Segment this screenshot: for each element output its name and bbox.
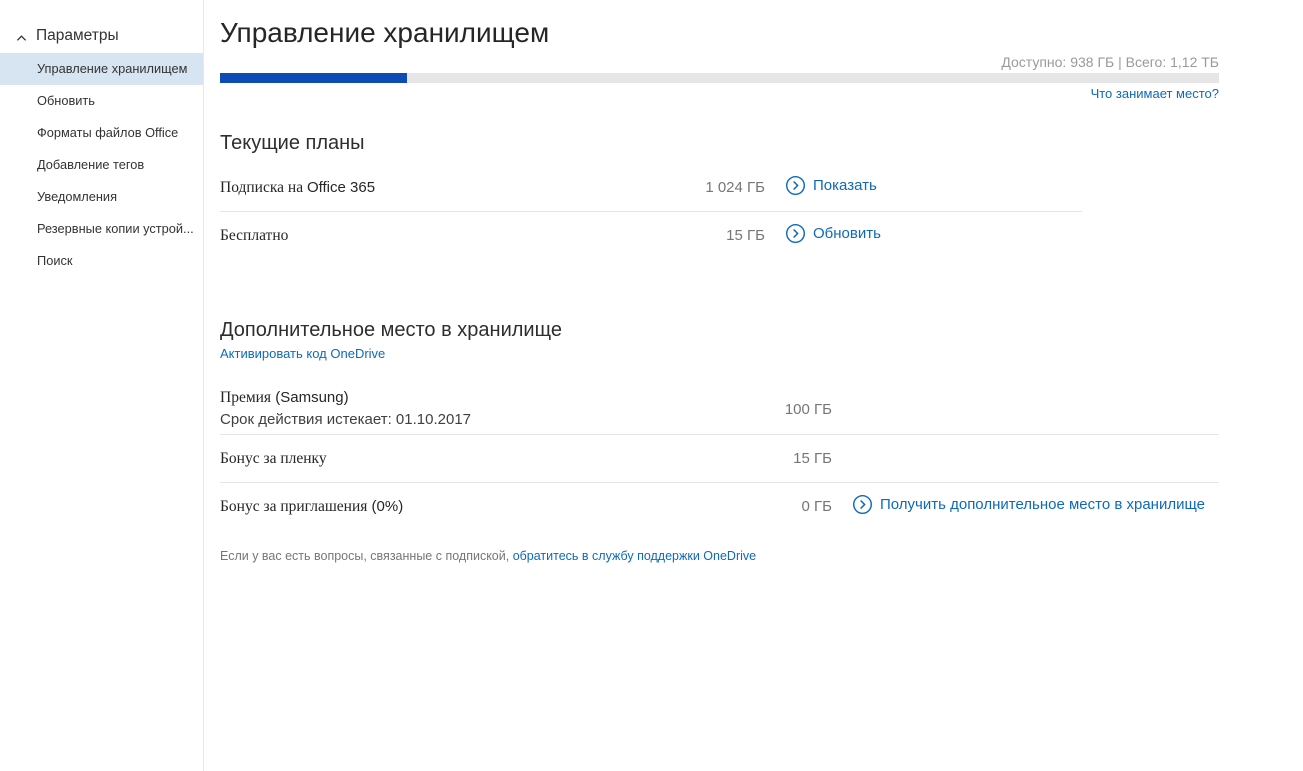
whats-taking-space-link[interactable]: Что занимает место?	[1091, 86, 1219, 101]
plan-label: Подписка на Office 365	[220, 178, 645, 198]
bonus-action-cell: Получить дополнительное место в хранилищ…	[832, 494, 1219, 520]
sidebar-item-upgrade[interactable]: Обновить	[0, 85, 203, 117]
support-note-text: Если у вас есть вопросы, связанные с под…	[220, 549, 513, 563]
go-arrow-icon	[785, 175, 806, 196]
sidebar-item-tagging[interactable]: Добавление тегов	[0, 149, 203, 181]
activate-row: Активировать код OneDrive	[220, 346, 1219, 362]
storage-progress-bar	[220, 73, 1219, 83]
bonus-expiry-text: Срок действия истекает: 01.10.2017	[220, 410, 712, 430]
onedrive-options-page: Параметры Управление хранилищем Обновить…	[0, 0, 1303, 771]
current-plans-heading: Текущие планы	[220, 130, 1219, 156]
storage-progress-fill	[220, 73, 407, 83]
additional-storage-heading: Дополнительное место в хранилище	[220, 317, 1219, 343]
usage-link-row: Что занимает место?	[220, 86, 1219, 102]
plan-action-cell: Показать	[765, 175, 1219, 201]
show-subscription-link[interactable]: Показать	[785, 175, 877, 196]
plan-action-cell: Обновить	[765, 223, 1219, 249]
chevron-up-icon	[16, 31, 27, 42]
bonus-size-value: 0 ГБ	[712, 498, 832, 515]
plan-size-value: 1 024 ГБ	[645, 179, 765, 196]
table-row-free-plan: Бесплатно 15 ГБ Обновить	[220, 212, 1219, 259]
contact-support-link[interactable]: обратитесь в службу поддержки OneDrive	[513, 549, 756, 563]
bonus-label-cell: Бонус за приглашения (0%)	[220, 497, 712, 517]
go-arrow-icon	[785, 223, 806, 244]
sidebar-item-device-backups[interactable]: Резервные копии устрой...	[0, 213, 203, 245]
plan-label: Бесплатно	[220, 226, 645, 246]
page-title: Управление хранилищем	[220, 16, 1219, 50]
sidebar-item-search[interactable]: Поиск	[0, 245, 203, 277]
sidebar: Параметры Управление хранилищем Обновить…	[0, 0, 204, 771]
additional-storage-section: Дополнительное место в хранилище Активир…	[220, 317, 1219, 564]
plan-size-value: 15 ГБ	[645, 227, 765, 244]
upgrade-link[interactable]: Обновить	[785, 223, 881, 244]
table-row-referral-bonus: Бонус за приглашения (0%) 0 ГБ Получить …	[220, 483, 1219, 530]
bonus-label-cell: Премия (Samsung) Срок действия истекает:…	[220, 388, 712, 430]
bonus-size-value: 15 ГБ	[712, 450, 832, 467]
sidebar-header-label: Параметры	[36, 27, 119, 45]
sidebar-header-options[interactable]: Параметры	[0, 27, 203, 45]
table-row-premium-bonus: Премия (Samsung) Срок действия истекает:…	[220, 384, 1219, 434]
storage-usage-summary: Доступно: 938 ГБ | Всего: 1,12 ТБ	[220, 54, 1219, 70]
table-row-camera-bonus: Бонус за пленку 15 ГБ	[220, 435, 1219, 482]
sidebar-item-notifications[interactable]: Уведомления	[0, 181, 203, 213]
redeem-code-link[interactable]: Активировать код OneDrive	[220, 346, 385, 361]
current-plans-section: Текущие планы Подписка на Office 365 1 0…	[220, 130, 1219, 259]
bonus-label-cell: Бонус за пленку	[220, 449, 712, 469]
bonus-size-value: 100 ГБ	[712, 401, 832, 418]
support-note: Если у вас есть вопросы, связанные с под…	[220, 548, 1219, 564]
sidebar-item-storage-management[interactable]: Управление хранилищем	[0, 53, 203, 85]
earn-more-storage-link[interactable]: Получить дополнительное место в хранилищ…	[852, 494, 1205, 515]
go-arrow-icon	[852, 494, 873, 515]
sidebar-item-office-file-formats[interactable]: Форматы файлов Office	[0, 117, 203, 149]
table-row-office365-subscription: Подписка на Office 365 1 024 ГБ Показать	[220, 164, 1219, 211]
main-content: Управление хранилищем Доступно: 938 ГБ |…	[204, 0, 1303, 771]
